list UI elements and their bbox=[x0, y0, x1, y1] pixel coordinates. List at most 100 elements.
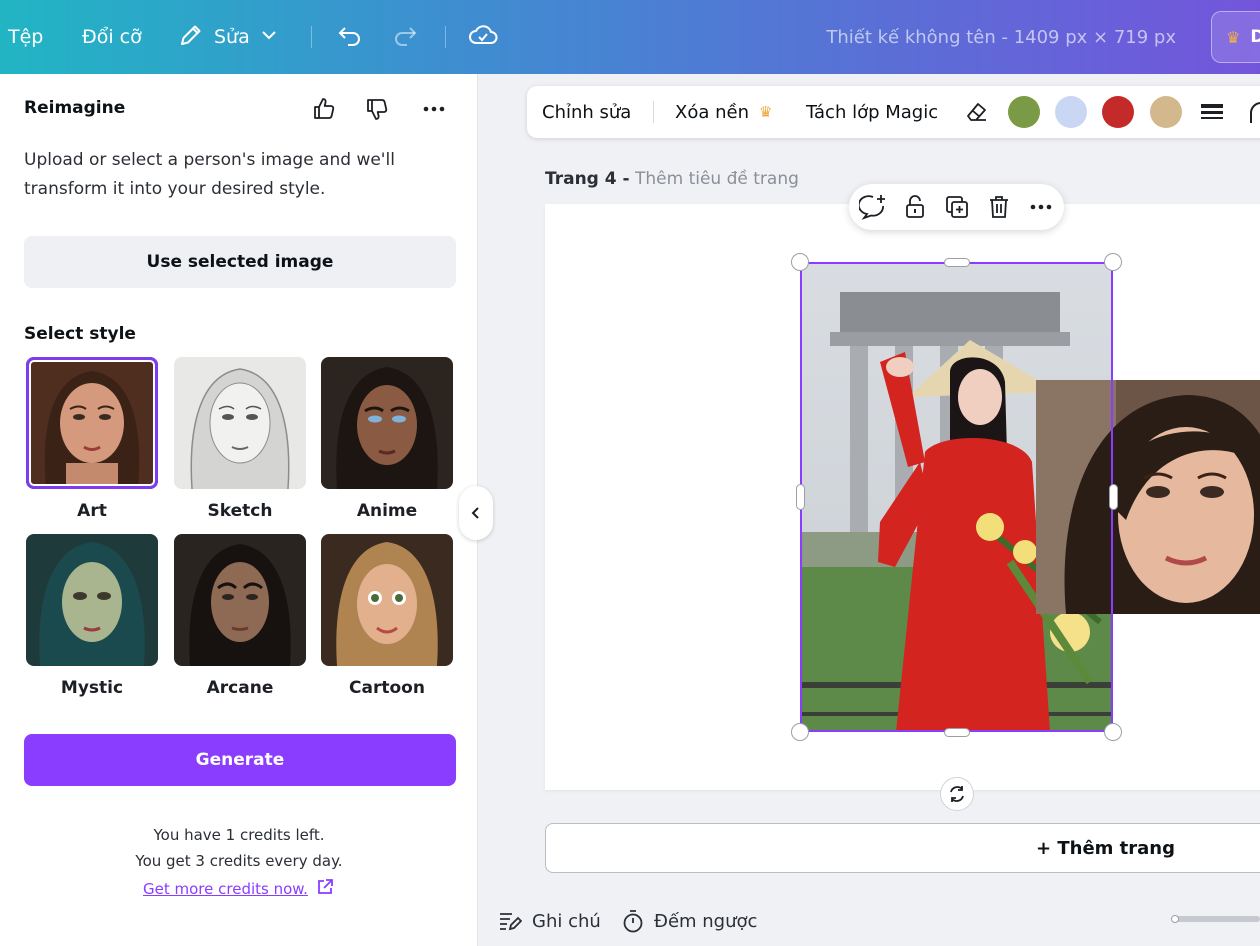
duplicate-button[interactable] bbox=[942, 192, 972, 222]
get-more-credits-label: Get more credits now. bbox=[143, 880, 308, 898]
color-swatch[interactable] bbox=[1008, 96, 1040, 128]
redo-icon bbox=[391, 21, 419, 54]
reimagine-panel: Reimagine Upload or select a person's im… bbox=[0, 74, 478, 946]
notes-button[interactable]: Ghi chú bbox=[498, 904, 601, 938]
file-menu[interactable]: Tệp bbox=[8, 0, 43, 74]
redo-button[interactable] bbox=[391, 0, 419, 74]
edit-menu[interactable]: Sửa bbox=[178, 0, 278, 74]
timer-label: Đếm ngược bbox=[654, 910, 758, 932]
pencil-icon bbox=[178, 22, 204, 53]
external-link-icon bbox=[316, 878, 334, 900]
zoom-slider-knob[interactable] bbox=[1171, 915, 1179, 923]
corner-rounding-icon bbox=[1250, 102, 1260, 123]
corner-rounding-button[interactable] bbox=[1247, 86, 1260, 138]
resize-handle[interactable] bbox=[796, 484, 805, 510]
style-card-arcane[interactable]: Arcane bbox=[174, 534, 306, 698]
border-style-button[interactable] bbox=[1199, 86, 1225, 138]
divider bbox=[445, 26, 446, 48]
cloud-check-icon bbox=[468, 20, 498, 55]
more-actions-button[interactable] bbox=[1026, 192, 1056, 222]
add-page-label: + Thêm trang bbox=[1036, 837, 1175, 859]
resize-handle[interactable] bbox=[944, 258, 970, 267]
color-swatch[interactable] bbox=[1102, 96, 1134, 128]
resize-handle[interactable] bbox=[791, 723, 809, 741]
panel-title: Reimagine bbox=[24, 98, 126, 118]
color-swatch[interactable] bbox=[1150, 96, 1182, 128]
collapse-panel-button[interactable] bbox=[459, 486, 493, 540]
style-label: Cartoon bbox=[349, 678, 425, 698]
timer-button[interactable]: Đếm ngược bbox=[622, 904, 757, 938]
edit-image-button[interactable]: Chỉnh sửa bbox=[542, 86, 631, 138]
remove-background-button[interactable]: Xóa nền ♛ bbox=[675, 86, 772, 138]
add-comment-button[interactable] bbox=[858, 192, 888, 222]
rotate-icon bbox=[950, 786, 964, 802]
unlock-icon bbox=[906, 195, 924, 218]
selection-frame bbox=[800, 262, 1113, 732]
panel-description: Upload or select a person's image and we… bbox=[24, 150, 395, 199]
zoom-slider[interactable] bbox=[1172, 916, 1260, 922]
style-card-mystic[interactable]: Mystic bbox=[26, 534, 158, 698]
top-bar: Tệp Đổi cỡ Sửa Thiết kế không tên - 1409… bbox=[0, 0, 1260, 74]
lock-button[interactable] bbox=[900, 192, 930, 222]
delete-button[interactable] bbox=[984, 192, 1014, 222]
undo-button[interactable] bbox=[336, 0, 364, 74]
style-thumbnail bbox=[174, 357, 306, 489]
notes-label: Ghi chú bbox=[532, 910, 601, 932]
rotate-button[interactable] bbox=[940, 777, 974, 811]
chevron-left-icon bbox=[471, 507, 479, 519]
style-label: Art bbox=[77, 501, 107, 521]
remove-background-label: Xóa nền bbox=[675, 101, 749, 123]
more-horizontal-icon bbox=[1030, 204, 1052, 210]
comment-plus-icon bbox=[859, 195, 885, 220]
use-selected-image-button[interactable]: Use selected image bbox=[24, 236, 456, 288]
chevron-down-icon bbox=[260, 26, 278, 49]
notes-icon bbox=[500, 913, 522, 931]
get-more-credits-link[interactable]: Get more credits now. bbox=[143, 878, 334, 900]
credits-left-text: You have 1 credits left. bbox=[153, 826, 325, 844]
style-thumbnail bbox=[26, 357, 158, 489]
eraser-icon bbox=[967, 103, 986, 121]
resize-handle[interactable] bbox=[1104, 723, 1122, 741]
thumbs-down-icon bbox=[367, 99, 388, 120]
more-options-button[interactable] bbox=[417, 92, 451, 126]
color-swatch[interactable] bbox=[1055, 96, 1087, 128]
magic-grab-button[interactable]: Tách lớp Magic bbox=[806, 86, 938, 138]
style-card-cartoon[interactable]: Cartoon bbox=[321, 534, 453, 698]
cloud-save-button[interactable] bbox=[468, 0, 498, 74]
resize-handle[interactable] bbox=[944, 728, 970, 737]
resize-handle[interactable] bbox=[1104, 253, 1122, 271]
resize-handle[interactable] bbox=[791, 253, 809, 271]
style-thumbnail bbox=[174, 534, 306, 666]
thumbs-up-button[interactable] bbox=[307, 92, 341, 126]
more-horizontal-icon bbox=[423, 106, 445, 112]
style-card-anime[interactable]: Anime bbox=[321, 357, 453, 521]
share-label: D bbox=[1250, 27, 1260, 47]
divider bbox=[653, 101, 654, 123]
thumbs-up-icon bbox=[314, 98, 335, 119]
border-weight-icon bbox=[1201, 104, 1223, 119]
edit-menu-label: Sửa bbox=[214, 26, 250, 48]
trash-icon bbox=[990, 196, 1008, 218]
style-card-art[interactable]: Art bbox=[26, 357, 158, 521]
element-action-bar bbox=[849, 184, 1064, 230]
style-label: Mystic bbox=[60, 678, 124, 698]
resize-handle[interactable] bbox=[1109, 484, 1118, 510]
eraser-button[interactable] bbox=[964, 86, 990, 138]
crown-icon: ♛ bbox=[1226, 27, 1241, 47]
style-card-sketch[interactable]: Sketch bbox=[174, 357, 306, 521]
share-button[interactable]: ♛ D bbox=[1211, 11, 1260, 63]
select-style-heading: Select style bbox=[24, 324, 136, 344]
add-page-button[interactable]: + Thêm trang bbox=[545, 823, 1260, 873]
page-title-input[interactable]: Thêm tiêu đề trang bbox=[635, 169, 799, 189]
style-label: Anime bbox=[356, 501, 418, 521]
generate-button[interactable]: Generate bbox=[24, 734, 456, 786]
undo-icon bbox=[336, 21, 364, 54]
style-label: Arcane bbox=[206, 678, 274, 698]
crown-icon: ♛ bbox=[759, 103, 773, 121]
page-label: Trang 4 - Thêm tiêu đề trang bbox=[545, 169, 799, 189]
thumbs-down-button[interactable] bbox=[360, 92, 394, 126]
resize-menu[interactable]: Đổi cỡ bbox=[82, 0, 142, 74]
style-label: Sketch bbox=[207, 501, 273, 521]
design-title[interactable]: Thiết kế không tên - 1409 px × 719 px bbox=[826, 0, 1176, 74]
page-number: Trang 4 - bbox=[545, 169, 630, 189]
